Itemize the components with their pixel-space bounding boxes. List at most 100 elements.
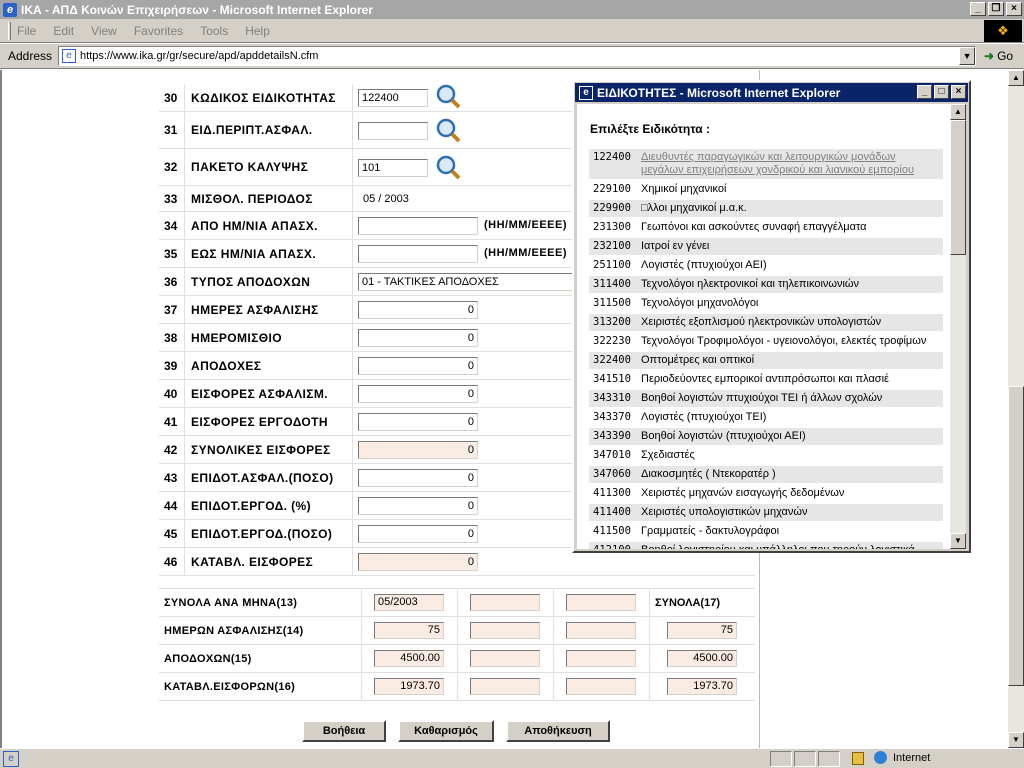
specialty-list-item[interactable]: 343370 Λογιστές (πτυχιούχοι ΤΕΙ) xyxy=(589,409,943,428)
employer-subsidy-percent-input[interactable]: 0 xyxy=(358,497,478,515)
specialty-code: 343310 xyxy=(593,392,631,404)
specialty-description-link[interactable]: Γεωπόνοι και ασκούντες συναφή επαγγέλματ… xyxy=(641,221,943,234)
specialty-list-item[interactable]: 343310 Βοηθοί λογιστών πτυχιούχοι ΤΕΙ ή ά… xyxy=(589,390,943,409)
magnifier-icon[interactable] xyxy=(434,116,464,146)
employment-from-date-input[interactable] xyxy=(358,217,478,235)
specialty-list-item[interactable]: 313200 Χειριστές εξοπλισμού ηλεκτρονικών … xyxy=(589,314,943,333)
specialty-list-item[interactable]: 343390 Βοηθοί λογιστών (πτυχιούχοι ΑΕΙ) xyxy=(589,428,943,447)
specialty-list-item[interactable]: 122400 Διευθυντές παραγωγικών και λειτουρ… xyxy=(589,149,943,181)
month-value-field: 1973.70 xyxy=(374,678,444,695)
specialty-code: 343390 xyxy=(593,430,631,442)
menu-file[interactable]: File xyxy=(17,24,36,38)
save-button[interactable]: Αποθήκευση xyxy=(506,720,610,742)
row-number: 33 xyxy=(159,186,185,212)
insurance-case-input[interactable] xyxy=(358,122,428,140)
menu-help[interactable]: Help xyxy=(245,24,270,38)
specialty-description-link[interactable]: Τεχνολόγοι μηχανολόγοι xyxy=(641,297,943,310)
employer-subsidy-amount-input[interactable]: 0 xyxy=(358,525,478,543)
row-label: ΕΙΔ.ΠΕΡΙΠΤ.ΑΣΦΑΛ. xyxy=(186,112,353,149)
specialty-list-item[interactable]: 311500 Τεχνολόγοι μηχανολόγοι xyxy=(589,295,943,314)
popup-scroll-thumb[interactable] xyxy=(950,120,966,255)
scroll-down-arrow-icon[interactable]: ▼ xyxy=(950,533,966,549)
popup-minimize-button[interactable]: _ xyxy=(917,85,932,99)
coverage-package-input[interactable]: 101 xyxy=(358,159,428,177)
specialty-description-link[interactable]: Βοηθοί λογιστών πτυχιούχοι ΤΕΙ ή άλλων σ… xyxy=(641,392,943,405)
specialty-list-item[interactable]: 347060 Διακοσμητές ( Ντεκορατέρ ) xyxy=(589,466,943,485)
specialty-list-item[interactable]: 232100 Ιατροί εν γένει xyxy=(589,238,943,257)
clear-button[interactable]: Καθαρισμός xyxy=(398,720,494,742)
menu-view[interactable]: View xyxy=(91,24,117,38)
menu-edit[interactable]: Edit xyxy=(53,24,74,38)
specialty-list-item[interactable]: 411400 Χειριστές υπολογιστικών μηχανών xyxy=(589,504,943,523)
insurance-subsidy-amount-input[interactable]: 0 xyxy=(358,469,478,487)
specialty-list-item[interactable]: 251100 Λογιστές (πτυχιούχοι ΑΕΙ) xyxy=(589,257,943,276)
menu-tools[interactable]: Tools xyxy=(200,24,228,38)
minimize-button[interactable]: _ xyxy=(970,2,986,16)
month-field[interactable] xyxy=(566,594,636,611)
ie-icon: e xyxy=(579,85,593,100)
specialty-list-item[interactable]: 322230 Τεχνολόγοι Τροφιμολόγοι - υγειονολ… xyxy=(589,333,943,352)
page-scrollbar[interactable]: ▲ ▼ xyxy=(1008,70,1024,748)
help-button[interactable]: Βοήθεια xyxy=(302,720,386,742)
specialty-list-item[interactable]: 347010 Σχεδιαστές xyxy=(589,447,943,466)
specialty-code: 122400 xyxy=(593,151,631,163)
specialty-list-item[interactable]: 341510 Περιοδεύοντες εμπορικοί αντιπρόσωπ… xyxy=(589,371,943,390)
specialty-description-link[interactable]: Τεχνολόγοι ηλεκτρονικοί και τηλεπικοινων… xyxy=(641,278,943,291)
specialty-description-link[interactable]: Χειριστές εξοπλισμού ηλεκτρονικών υπολογ… xyxy=(641,316,943,329)
scroll-up-arrow-icon[interactable]: ▲ xyxy=(1008,70,1024,86)
go-button[interactable]: ➜ Go xyxy=(984,49,1013,63)
scroll-down-arrow-icon[interactable]: ▼ xyxy=(1008,732,1024,748)
specialty-description-link[interactable]: Βοηθοί λογιστηρίου και υπάλληλοι που τηρ… xyxy=(641,544,943,549)
specialty-list-item[interactable]: 411300 Χειριστές μηχανών εισαγωγής δεδομέ… xyxy=(589,485,943,504)
daily-wage-input[interactable]: 0 xyxy=(358,329,478,347)
earnings-type-select[interactable]: 01 - ΤΑΚΤΙΚΕΣ ΑΠΟΔΟΧΕΣ xyxy=(358,273,592,291)
specialty-description-link[interactable]: Σχεδιαστές xyxy=(641,449,943,462)
month-field[interactable]: 05/2003 xyxy=(374,594,444,611)
specialty-description-link[interactable]: Χειριστές μηχανών εισαγωγής δεδομένων xyxy=(641,487,943,500)
specialty-description-link[interactable]: Βοηθοί λογιστών (πτυχιούχοι ΑΕΙ) xyxy=(641,430,943,443)
row-number: 35 xyxy=(159,240,185,268)
specialty-list-item[interactable]: 229900 □λλοι μηχανικοί μ.α.κ. xyxy=(589,200,943,219)
month-field[interactable] xyxy=(470,594,540,611)
specialty-list-item[interactable]: 231300 Γεωπόνοι και ασκούντες συναφή επαγ… xyxy=(589,219,943,238)
menu-favorites[interactable]: Favorites xyxy=(134,24,183,38)
restore-button[interactable]: ❐ xyxy=(988,2,1004,16)
specialty-description-link[interactable]: Γραμματείς - δακτυλογράφοι xyxy=(641,525,943,538)
specialty-list-item[interactable]: 322400 Οπτομέτρες και οπτικοί xyxy=(589,352,943,371)
row-number: 44 xyxy=(159,492,185,520)
popup-scrollbar[interactable]: ▲ ▼ xyxy=(950,104,966,549)
specialty-code-input[interactable]: 122400 xyxy=(358,89,428,107)
insured-contributions-input[interactable]: 0 xyxy=(358,385,478,403)
employment-to-date-input[interactable] xyxy=(358,245,478,263)
employer-contributions-input[interactable]: 0 xyxy=(358,413,478,431)
specialty-description-link[interactable]: Οπτομέτρες και οπτικοί xyxy=(641,354,943,367)
specialty-description-link[interactable]: Διευθυντές παραγωγικών και λειτουργικών … xyxy=(641,151,943,177)
specialty-description-link[interactable]: Διακοσμητές ( Ντεκορατέρ ) xyxy=(641,468,943,481)
address-input[interactable]: e https://www.ika.gr/gr/secure/apd/apdde… xyxy=(58,46,977,66)
specialty-description-link[interactable]: Χημικοί μηχανικοί xyxy=(641,183,943,196)
address-dropdown-button[interactable]: ▼ xyxy=(959,47,976,65)
specialty-list-item[interactable]: 229100 Χημικοί μηχανικοί xyxy=(589,181,943,200)
magnifier-icon[interactable] xyxy=(434,82,464,112)
scroll-thumb[interactable] xyxy=(1008,386,1024,686)
specialty-list-item[interactable]: 411500 Γραμματείς - δακτυλογράφοι xyxy=(589,523,943,542)
window-title: ΙΚΑ - ΑΠΔ Κοινών Επιχειρήσεων - Microsof… xyxy=(21,2,374,17)
scroll-up-arrow-icon[interactable]: ▲ xyxy=(950,104,966,120)
magnifier-icon[interactable] xyxy=(434,153,464,183)
specialty-list-item[interactable]: 412100Βοηθοί λογιστηρίου και υπάλληλοι π… xyxy=(589,542,943,549)
specialty-description-link[interactable]: □λλοι μηχανικοί μ.α.κ. xyxy=(641,202,943,215)
specialty-description-link[interactable]: Λογιστές (πτυχιούχοι ΑΕΙ) xyxy=(641,259,943,272)
popup-maximize-button[interactable]: □ xyxy=(934,85,949,99)
specialty-description-link[interactable]: Τεχνολόγοι Τροφιμολόγοι - υγειονολόγοι, … xyxy=(641,335,943,348)
specialty-description-link[interactable]: Χειριστές υπολογιστικών μηχανών xyxy=(641,506,943,519)
specialty-description-link[interactable]: Ιατροί εν γένει xyxy=(641,240,943,253)
row-label: ΕΠΙΔΟΤ.ΕΡΓΟΔ. (%) xyxy=(186,492,353,520)
specialty-code: 347060 xyxy=(593,468,631,480)
earnings-input[interactable]: 0 xyxy=(358,357,478,375)
insurance-days-input[interactable]: 0 xyxy=(358,301,478,319)
specialty-list-item[interactable]: 311400 Τεχνολόγοι ηλεκτρονικοί και τηλεπι… xyxy=(589,276,943,295)
specialty-description-link[interactable]: Περιοδεύοντες εμπορικοί αντιπρόσωποι και… xyxy=(641,373,943,386)
close-button[interactable]: × xyxy=(1006,2,1022,16)
popup-close-button[interactable]: × xyxy=(951,85,966,99)
specialty-description-link[interactable]: Λογιστές (πτυχιούχοι ΤΕΙ) xyxy=(641,411,943,424)
